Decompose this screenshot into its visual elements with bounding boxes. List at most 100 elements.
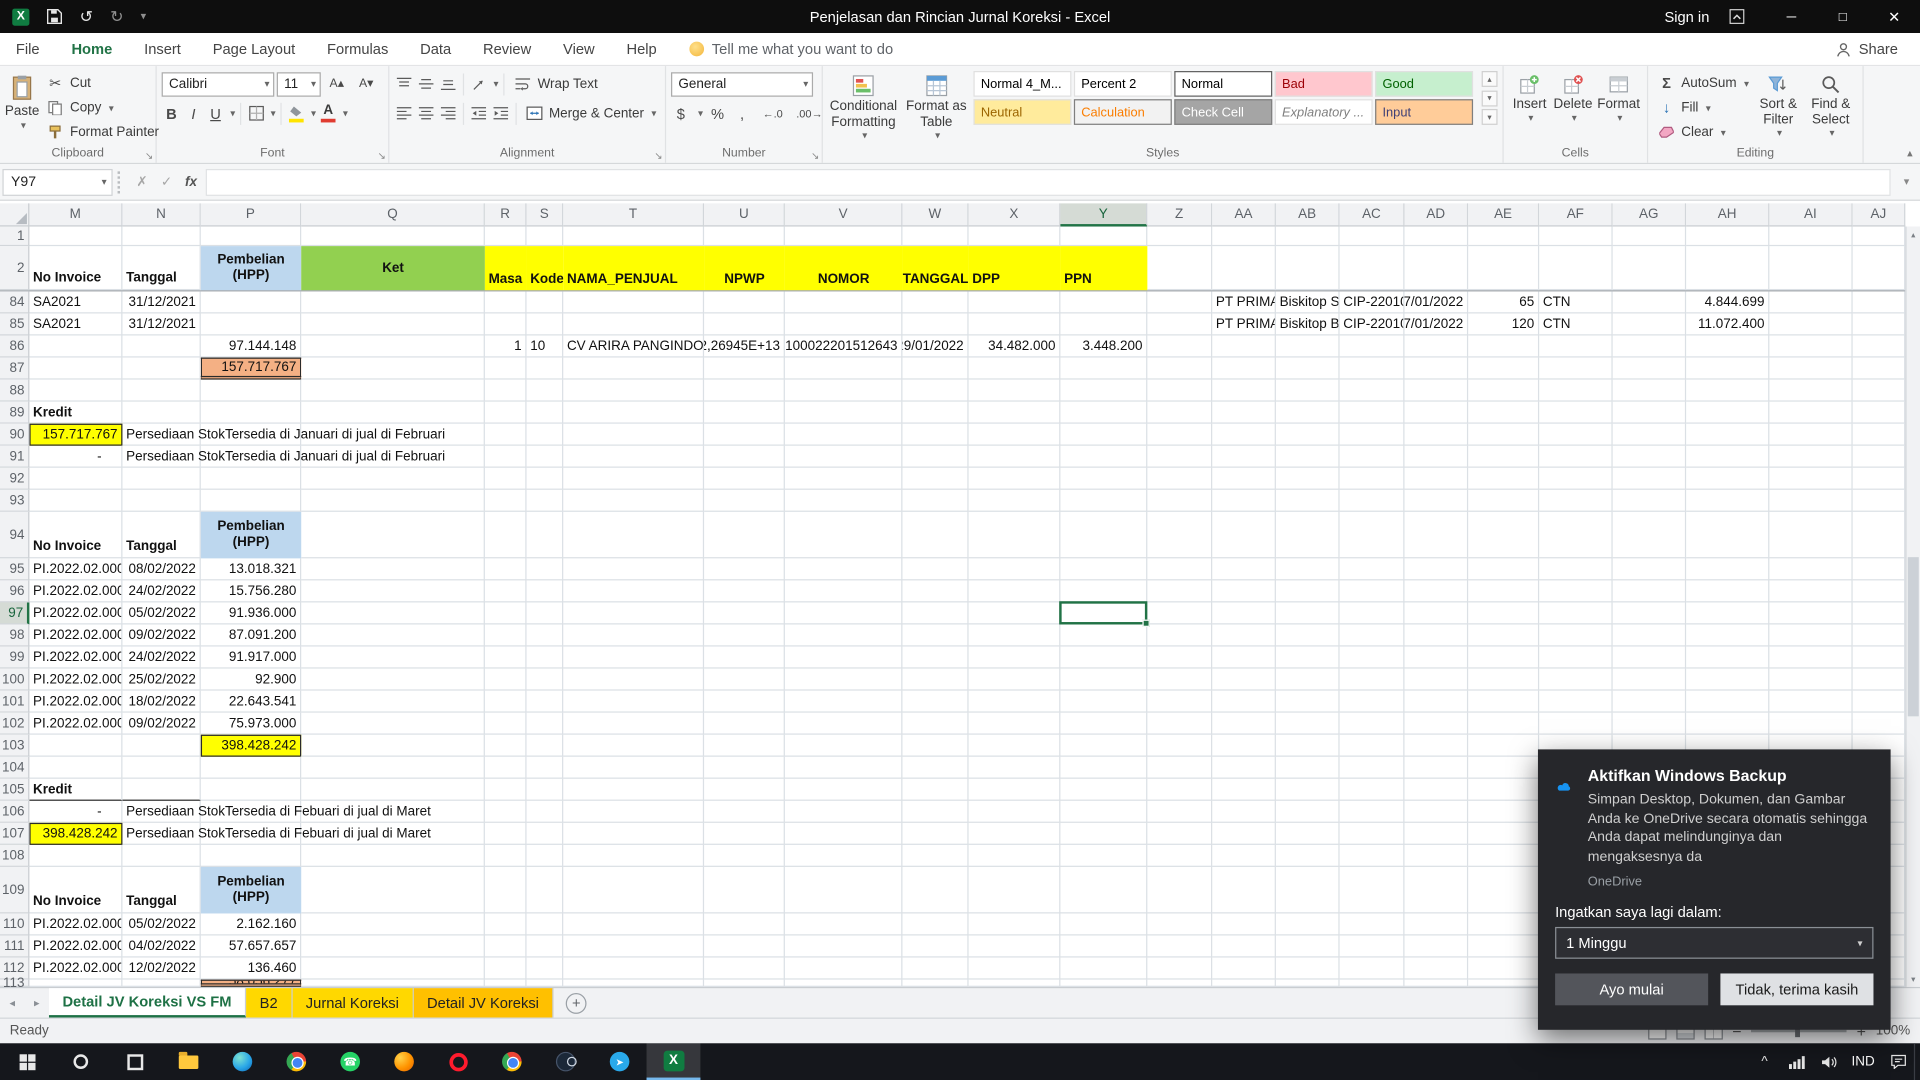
cell-AC90[interactable]	[1340, 424, 1405, 446]
cell-T92[interactable]	[563, 468, 704, 490]
cell-AA111[interactable]	[1212, 936, 1276, 958]
cell-AD86[interactable]	[1404, 336, 1468, 358]
cell-M100[interactable]: PI.2022.02.00046	[29, 669, 122, 691]
cell-W111[interactable]	[902, 936, 968, 958]
cell-AF97[interactable]	[1539, 602, 1612, 624]
cell-V96[interactable]	[785, 580, 903, 602]
cell-AJ102[interactable]	[1853, 713, 1906, 735]
orientation-button[interactable]	[469, 74, 489, 94]
tab-file[interactable]: File	[0, 33, 56, 65]
cell-Q98[interactable]	[301, 624, 485, 646]
cell-Q109[interactable]	[301, 867, 485, 914]
cell-Y86[interactable]: 3.448.200	[1060, 336, 1147, 358]
cell-X91[interactable]	[969, 446, 1061, 468]
cell-AA88[interactable]	[1212, 380, 1276, 402]
cell-AF1[interactable]	[1539, 227, 1612, 247]
cell-M95[interactable]: PI.2022.02.00007	[29, 558, 122, 580]
cell-X1[interactable]	[969, 227, 1061, 247]
cell-X2[interactable]: DPP	[969, 246, 1061, 290]
tab-review[interactable]: Review	[467, 33, 547, 65]
cell-AF88[interactable]	[1539, 380, 1612, 402]
cell-X104[interactable]	[969, 757, 1061, 779]
cell-R90[interactable]	[485, 424, 527, 446]
cell-AG90[interactable]	[1613, 424, 1686, 446]
cell-AA104[interactable]	[1212, 757, 1276, 779]
cell-R113[interactable]	[485, 980, 527, 987]
cell-AA84[interactable]: PT PRIMA	[1212, 291, 1276, 313]
cell-AJ84[interactable]	[1853, 291, 1906, 313]
cell-AC84[interactable]: CIP-22010	[1340, 291, 1405, 313]
cell-X90[interactable]	[969, 424, 1061, 446]
cell-AA106[interactable]	[1212, 801, 1276, 823]
cell-AB89[interactable]	[1276, 402, 1340, 424]
cell-X95[interactable]	[969, 558, 1061, 580]
cell-AG92[interactable]	[1613, 468, 1686, 490]
cell-U87[interactable]	[704, 358, 785, 380]
cell-Z91[interactable]	[1147, 446, 1212, 468]
cell-AH94[interactable]	[1686, 512, 1769, 559]
cell-AB96[interactable]	[1276, 580, 1340, 602]
cell-AC109[interactable]	[1340, 867, 1405, 914]
styles-scroll-up-button[interactable]: ▴	[1482, 71, 1498, 87]
cell-N94[interactable]: Tanggal	[122, 512, 200, 559]
cell-S91[interactable]	[527, 446, 564, 468]
row-header-104[interactable]: 104	[0, 757, 29, 779]
cell-Y87[interactable]	[1060, 358, 1147, 380]
cell-Q88[interactable]	[301, 380, 485, 402]
cell-P85[interactable]	[201, 313, 301, 335]
vertical-scrollbar[interactable]: ▴ ▾	[1905, 227, 1920, 987]
column-header-S[interactable]: S	[527, 203, 564, 226]
cell-T88[interactable]	[563, 380, 704, 402]
align-bottom-button[interactable]	[438, 74, 458, 94]
save-button[interactable]	[47, 9, 63, 25]
cell-M2[interactable]: No Invoice	[29, 246, 122, 290]
cell-X112[interactable]	[969, 958, 1061, 980]
cell-X105[interactable]	[969, 779, 1061, 801]
share-button[interactable]: Share	[1835, 40, 1920, 57]
cell-AE109[interactable]	[1468, 867, 1539, 914]
cell-W101[interactable]	[902, 691, 968, 713]
cell-M85[interactable]: SA2021	[29, 313, 122, 335]
customize-qat-button[interactable]: ▾	[141, 10, 147, 23]
browser-button[interactable]	[485, 1043, 539, 1080]
cell-N85[interactable]: 31/12/2021	[122, 313, 200, 335]
cell-T87[interactable]	[563, 358, 704, 380]
cell-AC89[interactable]	[1340, 402, 1405, 424]
cell-U102[interactable]	[704, 713, 785, 735]
cell-V113[interactable]	[785, 980, 903, 987]
row-header-92[interactable]: 92	[0, 468, 29, 490]
cell-V89[interactable]	[785, 402, 903, 424]
cell-AD92[interactable]	[1404, 468, 1468, 490]
cell-X94[interactable]	[969, 512, 1061, 559]
cell-Y95[interactable]	[1060, 558, 1147, 580]
cell-AD113[interactable]	[1404, 980, 1468, 987]
cell-Q110[interactable]	[301, 913, 485, 935]
cell-Z108[interactable]	[1147, 845, 1212, 867]
cell-AD105[interactable]	[1404, 779, 1468, 801]
cell-T107[interactable]	[563, 823, 704, 845]
cell-AB100[interactable]	[1276, 669, 1340, 691]
cell-Y113[interactable]	[1060, 980, 1147, 987]
style-chip-1[interactable]: Percent 2	[1074, 71, 1172, 97]
cell-AB93[interactable]	[1276, 490, 1340, 512]
cell-M96[interactable]: PI.2022.02.00043	[29, 580, 122, 602]
cell-S97[interactable]	[527, 602, 564, 624]
formula-input[interactable]	[206, 168, 1891, 195]
cell-AH90[interactable]	[1686, 424, 1769, 446]
cell-AA101[interactable]	[1212, 691, 1276, 713]
cell-AE103[interactable]	[1468, 735, 1539, 757]
cell-P108[interactable]	[201, 845, 301, 867]
cell-AF85[interactable]: CTN	[1539, 313, 1612, 335]
excel-taskbar-button[interactable]: X	[647, 1043, 701, 1080]
cell-W97[interactable]	[902, 602, 968, 624]
format-as-table-button[interactable]: Format as Table▾	[904, 71, 968, 141]
cell-U110[interactable]	[704, 913, 785, 935]
column-header-AH[interactable]: AH	[1686, 203, 1769, 226]
cell-Z102[interactable]	[1147, 713, 1212, 735]
alignment-dialog-launcher[interactable]: ↘	[654, 151, 662, 162]
cell-AE87[interactable]	[1468, 358, 1539, 380]
cell-AD106[interactable]	[1404, 801, 1468, 823]
cell-T103[interactable]	[563, 735, 704, 757]
align-center-button[interactable]	[416, 103, 436, 123]
decrease-decimal-button[interactable]: .00→	[793, 103, 825, 123]
